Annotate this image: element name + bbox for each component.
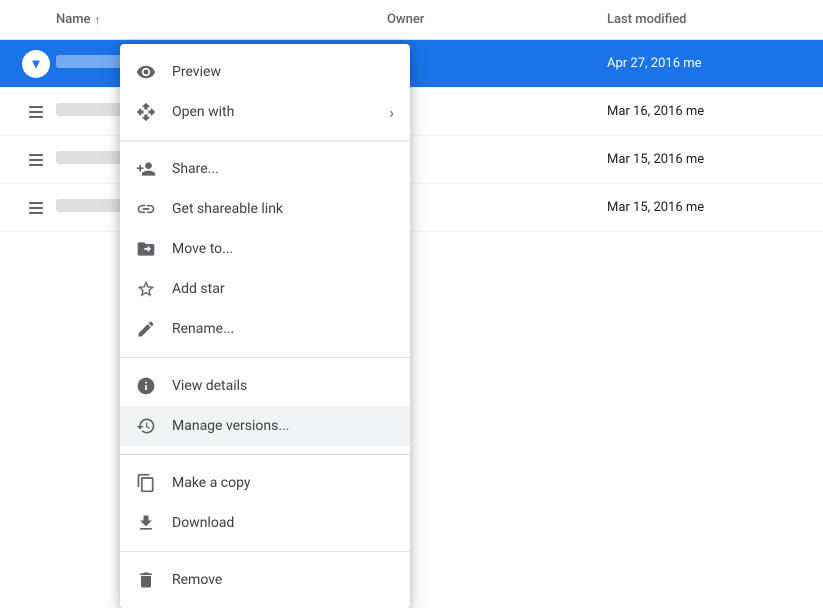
menu-item-share[interactable]: Share... <box>120 149 410 189</box>
person-add-icon <box>136 159 156 179</box>
header-owner-label: Owner <box>387 12 424 27</box>
file-icon-cell: ▾ <box>16 50 56 78</box>
menu-lines-icon <box>25 102 47 122</box>
menu-item-add-star[interactable]: Add star <box>120 269 410 309</box>
file-modified: Mar 16, 2016 me <box>607 104 807 119</box>
menu-item-make-copy[interactable]: Make a copy <box>120 463 410 503</box>
star-icon <box>136 279 156 299</box>
header-modified-label: Last modified <box>607 12 687 27</box>
view-details-label: View details <box>172 378 394 394</box>
file-icon-cell <box>16 150 56 170</box>
sort-icon: ↑ <box>95 13 101 27</box>
header-owner[interactable]: Owner <box>387 12 607 27</box>
menu-item-preview[interactable]: Preview <box>120 52 410 92</box>
info-icon <box>136 376 156 396</box>
remove-label: Remove <box>172 572 394 588</box>
copy-icon <box>136 473 156 493</box>
rename-label: Rename... <box>172 321 394 337</box>
download-icon <box>136 513 156 533</box>
move-to-label: Move to... <box>172 241 394 257</box>
menu-item-open-with[interactable]: Open with › <box>120 92 410 132</box>
menu-divider <box>120 454 410 455</box>
make-copy-label: Make a copy <box>172 475 394 491</box>
header-name-label: Name <box>56 12 91 27</box>
link-icon <box>136 199 156 219</box>
file-icon-cell <box>16 102 56 122</box>
manage-versions-label: Manage versions... <box>172 418 394 434</box>
move-to-icon <box>136 239 156 259</box>
file-icon-cell <box>16 198 56 218</box>
context-menu: Preview Open with › Share... Get shareab… <box>120 44 410 608</box>
history-icon <box>136 416 156 436</box>
menu-item-rename[interactable]: Rename... <box>120 309 410 349</box>
eye-icon <box>136 62 156 82</box>
down-arrow-icon: ▾ <box>32 56 39 72</box>
trash-icon <box>136 570 156 590</box>
menu-lines-icon <box>25 150 47 170</box>
open-with-label: Open with <box>172 104 373 120</box>
header-modified[interactable]: Last modified <box>607 12 807 27</box>
selected-circle: ▾ <box>22 50 50 78</box>
table-header: Name ↑ Owner Last modified <box>0 0 823 40</box>
menu-lines-icon <box>25 198 47 218</box>
share-label: Share... <box>172 161 394 177</box>
menu-item-get-link[interactable]: Get shareable link <box>120 189 410 229</box>
edit-icon <box>136 319 156 339</box>
menu-divider <box>120 357 410 358</box>
file-modified: Mar 15, 2016 me <box>607 200 807 215</box>
menu-divider <box>120 140 410 141</box>
menu-item-remove[interactable]: Remove <box>120 560 410 600</box>
open-with-icon <box>136 102 156 122</box>
menu-item-download[interactable]: Download <box>120 503 410 543</box>
menu-item-move-to[interactable]: Move to... <box>120 229 410 269</box>
file-modified: Mar 15, 2016 me <box>607 152 807 167</box>
preview-label: Preview <box>172 64 394 80</box>
menu-item-manage-versions[interactable]: Manage versions... <box>120 406 410 446</box>
submenu-arrow-icon: › <box>389 103 394 122</box>
menu-divider <box>120 551 410 552</box>
get-link-label: Get shareable link <box>172 201 394 217</box>
add-star-label: Add star <box>172 281 394 297</box>
menu-item-view-details[interactable]: View details <box>120 366 410 406</box>
file-modified: Apr 27, 2016 me <box>607 56 807 71</box>
header-name[interactable]: Name ↑ <box>56 12 387 27</box>
